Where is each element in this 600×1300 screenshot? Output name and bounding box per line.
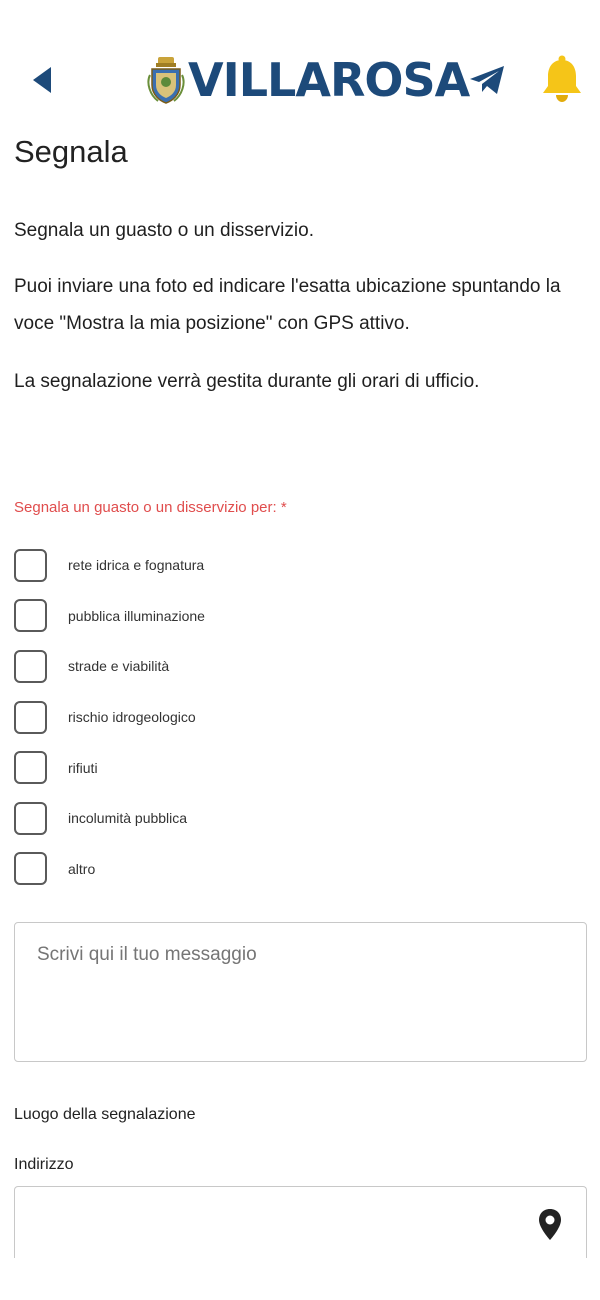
coat-of-arms-icon	[147, 57, 185, 104]
checkbox[interactable]	[14, 801, 47, 835]
option-pubblica-illuminazione[interactable]: pubblica illuminazione	[14, 591, 574, 642]
category-options: rete idrica e fognatura pubblica illumin…	[14, 540, 574, 894]
checkbox[interactable]	[14, 649, 47, 683]
location-label: Luogo della segnalazione	[14, 1106, 196, 1123]
checkbox[interactable]	[14, 700, 47, 734]
checkbox[interactable]	[14, 548, 47, 582]
checkbox[interactable]	[14, 751, 47, 785]
telegram-icon	[470, 66, 504, 94]
notifications-button[interactable]	[540, 54, 584, 104]
app-header: VILLAROSA	[0, 50, 600, 110]
address-label: Indirizzo	[14, 1156, 74, 1173]
option-label: incolumità pubblica	[68, 810, 188, 827]
back-button[interactable]	[22, 60, 62, 100]
address-input[interactable]	[15, 1187, 525, 1257]
logo-text: VILLAROSA	[188, 53, 470, 107]
bell-icon	[543, 55, 581, 102]
intro-paragraph-2: Puoi inviare una foto ed indicare l'esat…	[14, 276, 561, 334]
bottom-fade	[0, 1258, 600, 1300]
checkbox[interactable]	[14, 599, 47, 633]
option-rete-idrica[interactable]: rete idrica e fognatura	[14, 540, 574, 591]
checkbox[interactable]	[14, 852, 47, 886]
category-label: Segnala un guasto o un disservizio per: …	[14, 499, 287, 516]
page-title: Segnala	[14, 134, 128, 169]
option-altro[interactable]: altro	[14, 844, 574, 895]
option-label: rete idrica e fognatura	[68, 557, 205, 574]
option-incolumita-pubblica[interactable]: incolumità pubblica	[14, 793, 574, 844]
intro-paragraph-1: Segnala un guasto o un disservizio.	[14, 220, 314, 241]
option-rifiuti[interactable]: rifiuti	[14, 742, 574, 793]
option-rischio-idrogeologico[interactable]: rischio idrogeologico	[14, 692, 574, 743]
option-label: altro	[68, 860, 96, 877]
telegram-button[interactable]	[468, 62, 508, 98]
option-label: rischio idrogeologico	[68, 709, 196, 726]
option-label: rifiuti	[68, 759, 98, 776]
intro-paragraph-3: La segnalazione verrà gestita durante gl…	[14, 371, 480, 392]
option-label: pubblica illuminazione	[68, 607, 205, 624]
message-textarea[interactable]	[14, 922, 587, 1062]
option-strade-viabilita[interactable]: strade e viabilità	[14, 641, 574, 692]
back-arrow-icon	[33, 67, 51, 93]
option-label: strade e viabilità	[68, 658, 170, 675]
map-pin-icon	[539, 1209, 561, 1240]
locate-button[interactable]	[535, 1207, 565, 1243]
villarosa-logo[interactable]: VILLAROSA	[146, 52, 470, 108]
